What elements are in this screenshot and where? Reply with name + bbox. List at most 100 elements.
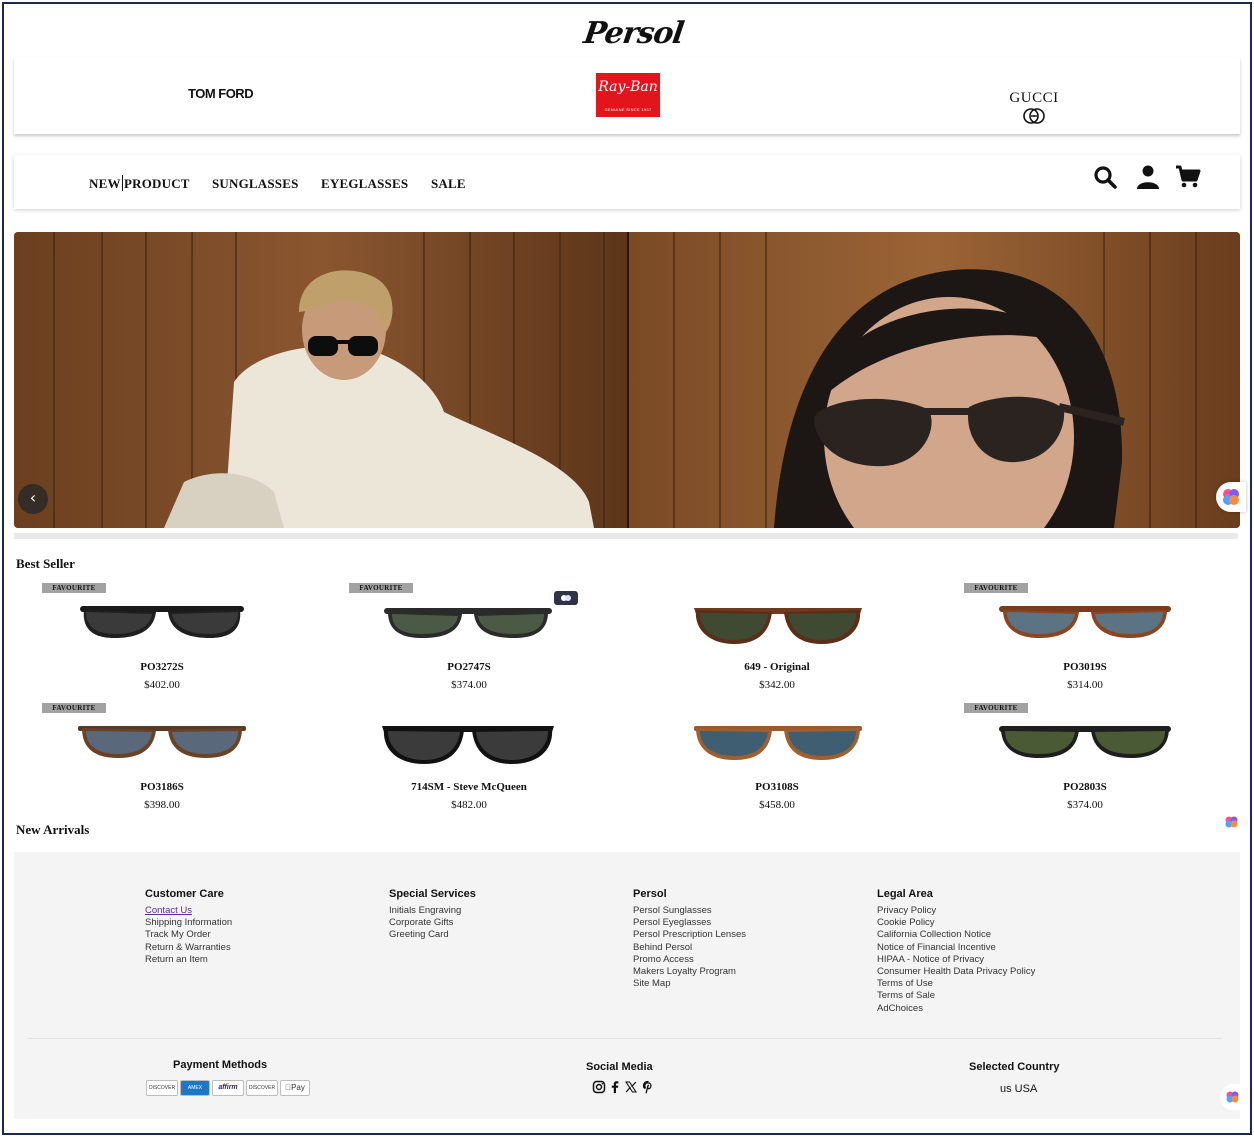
favourite-badge: FAVOURITE <box>42 583 106 593</box>
best-seller-title: Best Seller <box>16 556 75 571</box>
nav-sale[interactable]: SALE <box>431 176 466 192</box>
compare-icon <box>561 595 571 601</box>
apple-pay-label: Pay <box>288 1083 305 1092</box>
footer-divider <box>28 1038 1222 1039</box>
product-image-po3186s[interactable] <box>72 718 252 768</box>
rayban-logo-text: Ray-Ban <box>598 79 658 95</box>
facebook-icon[interactable] <box>608 1080 622 1094</box>
brand-gucci[interactable]: GUCCI <box>1006 90 1062 107</box>
footer-link-contact-us[interactable]: Contact Us <box>145 905 232 917</box>
product-name[interactable]: PO3272S <box>42 661 282 673</box>
footer-customer-care-title: Customer Care <box>145 888 224 900</box>
hero-carousel[interactable] <box>14 232 1240 528</box>
product-image-po2747s[interactable] <box>378 600 558 650</box>
persol-logo[interactable]: Persol <box>582 16 686 51</box>
pinterest-icon[interactable] <box>641 1080 655 1094</box>
product-price: $314.00 <box>1067 679 1103 691</box>
product-name[interactable]: 714SM - Steve McQueen <box>349 781 589 793</box>
product-price: $374.00 <box>1067 799 1103 811</box>
footer-link-makers-loyalty[interactable]: Makers Loyalty Program <box>633 966 746 978</box>
footer-link-privacy-policy[interactable]: Privacy Policy <box>877 905 1035 917</box>
product-image-714sm[interactable] <box>378 718 558 768</box>
footer-link-persol-eyeglasses[interactable]: Persol Eyeglasses <box>633 917 746 929</box>
footer-link-return-item[interactable]: Return an Item <box>145 954 232 966</box>
assistant-widget-button[interactable] <box>1216 482 1246 512</box>
selected-country-title: Selected Country <box>969 1061 1060 1073</box>
footer-special-services-list: Initials Engraving Corporate Gifts Greet… <box>389 905 461 942</box>
footer-link-track-order[interactable]: Track My Order <box>145 929 232 941</box>
assistant-widget-footer[interactable] <box>1220 1084 1246 1110</box>
hero-image <box>14 232 1240 528</box>
product-price: $402.00 <box>144 679 180 691</box>
footer-link-greeting-card[interactable]: Greeting Card <box>389 929 461 941</box>
nav-eyeglasses[interactable]: EYEGLASSES <box>321 176 408 192</box>
footer-link-terms-of-use[interactable]: Terms of Use <box>877 978 1035 990</box>
product-price: $342.00 <box>759 679 795 691</box>
footer-persol-title: Persol <box>633 888 667 900</box>
product-image-po2803s[interactable] <box>995 718 1175 768</box>
footer-link-promo-access[interactable]: Promo Access <box>633 954 746 966</box>
footer-link-health-data-policy[interactable]: Consumer Health Data Privacy Policy <box>877 966 1035 978</box>
gucci-gg-icon <box>1023 108 1045 124</box>
footer-link-corporate-gifts[interactable]: Corporate Gifts <box>389 917 461 929</box>
search-icon[interactable] <box>1092 164 1120 190</box>
footer-link-terms-of-sale[interactable]: Terms of Sale <box>877 990 1035 1002</box>
assistant-icon <box>1223 489 1239 505</box>
product-image-po3272s[interactable] <box>72 598 252 648</box>
footer-link-site-map[interactable]: Site Map <box>633 978 746 990</box>
product-name[interactable]: 649 - Original <box>657 661 897 673</box>
nav-product[interactable]: PRODUCT <box>124 176 190 192</box>
footer-link-california-notice[interactable]: California Collection Notice <box>877 929 1035 941</box>
product-image-649-original[interactable] <box>688 598 868 648</box>
instagram-icon[interactable] <box>592 1080 606 1094</box>
product-image-po3019s[interactable] <box>995 600 1175 650</box>
x-icon[interactable] <box>624 1080 638 1094</box>
footer-link-adchoices[interactable]: AdChoices <box>877 1003 1035 1015</box>
discover-card-icon: DISCOVER <box>246 1080 278 1096</box>
product-name[interactable]: PO2747S <box>349 661 589 673</box>
footer-legal-list: Privacy Policy Cookie Policy California … <box>877 905 1035 1015</box>
affirm-icon: affirm <box>212 1080 244 1096</box>
footer-link-hipaa[interactable]: HIPAA - Notice of Privacy <box>877 954 1035 966</box>
nav-sunglasses[interactable]: SUNGLASSES <box>212 176 299 192</box>
product-price: $482.00 <box>451 799 487 811</box>
footer-special-services-title: Special Services <box>389 888 476 900</box>
assistant-icon <box>1225 816 1238 828</box>
footer-link-initials-engraving[interactable]: Initials Engraving <box>389 905 461 917</box>
footer-link-persol-sunglasses[interactable]: Persol Sunglasses <box>633 905 746 917</box>
favourite-badge: FAVOURITE <box>42 703 106 713</box>
product-image-po3108s[interactable] <box>688 718 868 768</box>
assistant-widget-mini[interactable] <box>1218 808 1246 836</box>
footer-link-cookie-policy[interactable]: Cookie Policy <box>877 917 1035 929</box>
footer-link-return-warranties[interactable]: Return & Warranties <box>145 942 232 954</box>
nav-new[interactable]: NEW <box>89 176 121 192</box>
apple-pay-icon: Pay <box>280 1080 310 1096</box>
favourite-badge: FAVOURITE <box>964 583 1028 593</box>
brand-tomford[interactable]: TOM FORD <box>188 86 254 101</box>
product-price: $458.00 <box>759 799 795 811</box>
rayban-logo-subtitle: GENUINE SINCE 1937 <box>604 107 652 112</box>
product-name[interactable]: PO3108S <box>657 781 897 793</box>
product-name[interactable]: PO3019S <box>965 661 1205 673</box>
footer-link-financial-incentive[interactable]: Notice of Financial Incentive <box>877 942 1035 954</box>
main-navbar <box>14 155 1240 209</box>
product-name[interactable]: PO3186S <box>42 781 282 793</box>
country-selector[interactable]: us USA <box>1000 1083 1037 1095</box>
product-price: $374.00 <box>451 679 487 691</box>
cart-icon[interactable] <box>1174 164 1202 190</box>
footer-link-shipping-info[interactable]: Shipping Information <box>145 917 232 929</box>
text-caret <box>122 175 123 191</box>
compare-chip-button[interactable] <box>554 591 578 605</box>
brand-rayban[interactable]: Ray-Ban GENUINE SINCE 1937 <box>596 73 660 117</box>
product-name[interactable]: PO2803S <box>965 781 1205 793</box>
social-media-title: Social Media <box>586 1061 653 1073</box>
footer-customer-care-list: Contact Us Shipping Information Track My… <box>145 905 232 966</box>
footer-persol-list: Persol Sunglasses Persol Eyeglasses Pers… <box>633 905 746 990</box>
hero-divider <box>14 533 1238 539</box>
account-icon[interactable] <box>1134 164 1162 190</box>
carousel-prev-button[interactable]: ‹ <box>18 484 48 514</box>
product-price: $398.00 <box>144 799 180 811</box>
footer-link-prescription-lenses[interactable]: Persol Prescription Lenses <box>633 929 746 941</box>
favourite-badge: FAVOURITE <box>964 703 1028 713</box>
footer-link-behind-persol[interactable]: Behind Persol <box>633 942 746 954</box>
